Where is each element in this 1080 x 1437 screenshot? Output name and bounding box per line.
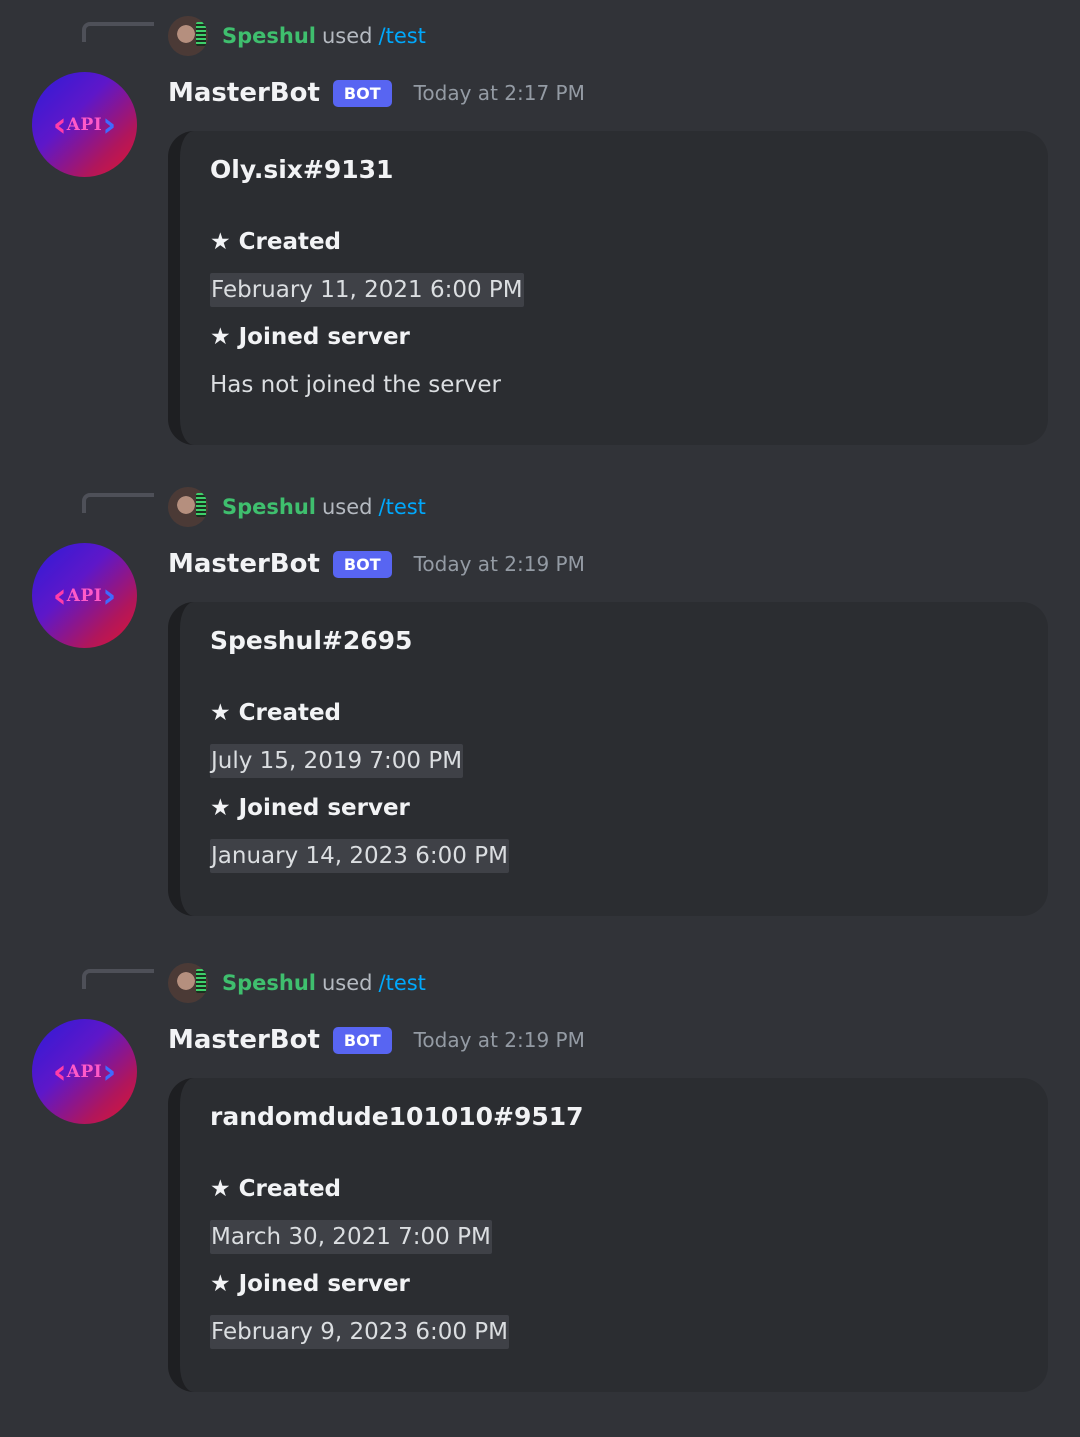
reply-user-avatar[interactable] bbox=[168, 963, 208, 1003]
author-username[interactable]: MasterBot bbox=[168, 549, 320, 579]
chevron-left-icon: ‹ bbox=[52, 1051, 67, 1092]
message-header: MasterBot BOT Today at 2:17 PM bbox=[168, 72, 585, 114]
embed: randomdude101010#9517 ★ Created March 30… bbox=[168, 1078, 1048, 1392]
field-value-joined[interactable]: January 14, 2023 6:00 PM bbox=[210, 839, 509, 873]
message-list: Speshul used /test ‹ API › MasterBot BOT… bbox=[0, 0, 1080, 1437]
reply-used-text: used bbox=[322, 24, 373, 48]
message-timestamp[interactable]: Today at 2:19 PM bbox=[414, 1028, 585, 1052]
slash-command-link[interactable]: /test bbox=[379, 24, 426, 48]
bot-badge: BOT bbox=[332, 550, 392, 578]
reply-username[interactable]: Speshul bbox=[222, 971, 316, 995]
author-username[interactable]: MasterBot bbox=[168, 78, 320, 108]
message: Speshul used /test ‹ API › MasterBot BOT… bbox=[0, 947, 1080, 1397]
field-name-joined: ★ Joined server bbox=[210, 324, 410, 350]
field-name-joined: ★ Joined server bbox=[210, 1271, 410, 1297]
chevron-left-icon: ‹ bbox=[52, 575, 67, 616]
bot-badge: BOT bbox=[332, 79, 392, 107]
avatar-label: API bbox=[66, 585, 103, 606]
field-value-created[interactable]: February 11, 2021 6:00 PM bbox=[210, 273, 524, 307]
reply-username[interactable]: Speshul bbox=[222, 495, 316, 519]
chevron-right-icon: › bbox=[102, 104, 117, 145]
message-header: MasterBot BOT Today at 2:19 PM bbox=[168, 1019, 585, 1061]
avatar-label: API bbox=[66, 114, 103, 135]
reply-connector bbox=[82, 493, 154, 513]
message-header: MasterBot BOT Today at 2:19 PM bbox=[168, 543, 585, 585]
embed-title: Oly.six#9131 bbox=[210, 155, 394, 184]
embed-title: Speshul#2695 bbox=[210, 626, 413, 655]
bot-avatar[interactable]: ‹ API › bbox=[32, 543, 137, 648]
field-value-joined[interactable]: February 9, 2023 6:00 PM bbox=[210, 1315, 510, 1349]
reply-context[interactable]: Speshul used /test bbox=[168, 963, 426, 1003]
message: Speshul used /test ‹ API › MasterBot BOT… bbox=[0, 471, 1080, 921]
reply-username[interactable]: Speshul bbox=[222, 24, 316, 48]
reply-user-avatar[interactable] bbox=[168, 487, 208, 527]
embed-title: randomdude101010#9517 bbox=[210, 1102, 584, 1131]
field-name-created: ★ Created bbox=[210, 700, 342, 726]
chevron-right-icon: › bbox=[102, 575, 117, 616]
reply-used-text: used bbox=[322, 495, 373, 519]
reply-context[interactable]: Speshul used /test bbox=[168, 16, 426, 56]
slash-command-link[interactable]: /test bbox=[379, 971, 426, 995]
field-name-created: ★ Created bbox=[210, 229, 342, 255]
bot-avatar[interactable]: ‹ API › bbox=[32, 1019, 137, 1124]
reply-connector bbox=[82, 22, 154, 42]
embed: Oly.six#9131 ★ Created February 11, 2021… bbox=[168, 131, 1048, 445]
field-value-created[interactable]: March 30, 2021 7:00 PM bbox=[210, 1220, 492, 1254]
reply-user-avatar[interactable] bbox=[168, 16, 208, 56]
field-name-joined: ★ Joined server bbox=[210, 795, 410, 821]
field-value-created[interactable]: July 15, 2019 7:00 PM bbox=[210, 744, 464, 778]
embed: Speshul#2695 ★ Created July 15, 2019 7:0… bbox=[168, 602, 1048, 916]
message-timestamp[interactable]: Today at 2:17 PM bbox=[414, 81, 585, 105]
message: Speshul used /test ‹ API › MasterBot BOT… bbox=[0, 0, 1080, 450]
message-timestamp[interactable]: Today at 2:19 PM bbox=[414, 552, 585, 576]
reply-context[interactable]: Speshul used /test bbox=[168, 487, 426, 527]
slash-command-link[interactable]: /test bbox=[379, 495, 426, 519]
chevron-left-icon: ‹ bbox=[52, 104, 67, 145]
avatar-label: API bbox=[66, 1061, 103, 1082]
field-name-created: ★ Created bbox=[210, 1176, 342, 1202]
reply-connector bbox=[82, 969, 154, 989]
chevron-right-icon: › bbox=[102, 1051, 117, 1092]
field-value-joined: Has not joined the server bbox=[210, 372, 502, 398]
author-username[interactable]: MasterBot bbox=[168, 1025, 320, 1055]
bot-avatar[interactable]: ‹ API › bbox=[32, 72, 137, 177]
bot-badge: BOT bbox=[332, 1026, 392, 1054]
reply-used-text: used bbox=[322, 971, 373, 995]
